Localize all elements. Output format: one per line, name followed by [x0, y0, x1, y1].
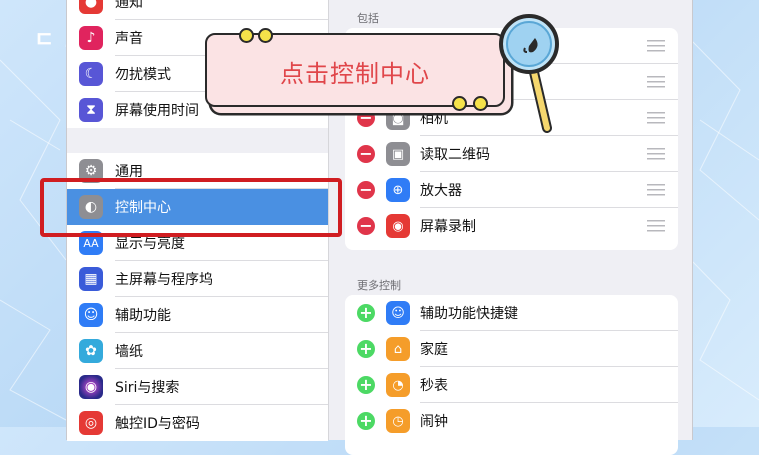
- sidebar-item-notifications[interactable]: ● 通知: [67, 0, 328, 20]
- remove-icon[interactable]: −: [357, 109, 375, 127]
- callout-dot: [239, 28, 254, 43]
- drag-handle-icon[interactable]: [647, 220, 665, 232]
- remove-icon[interactable]: −: [357, 217, 375, 235]
- highlight-box: [40, 178, 342, 237]
- bell-icon: ●: [79, 0, 103, 14]
- drag-handle-icon[interactable]: [647, 148, 665, 160]
- sidebar-item-wallpaper[interactable]: ✿ 墙纸: [67, 333, 328, 369]
- section-header-more-controls: 更多控制: [357, 279, 401, 292]
- hourglass-icon: ⧗: [79, 98, 103, 122]
- sound-icon: ♪: [79, 26, 103, 50]
- stopwatch-icon: ◔: [386, 373, 410, 397]
- sidebar-item-touch-id-passcode[interactable]: ◎ 触控ID与密码: [67, 405, 328, 441]
- home-icon: ⌂: [386, 337, 410, 361]
- list-item-stopwatch[interactable]: + ◔ 秒表: [345, 367, 678, 403]
- moon-icon: ☾: [79, 62, 103, 86]
- list-item-accessibility-shortcuts[interactable]: + ☺ 辅助功能快捷键: [345, 295, 678, 331]
- accessibility-icon: ☺: [386, 301, 410, 325]
- flower-icon: ✿: [79, 339, 103, 363]
- accessibility-icon: ☺: [79, 303, 103, 327]
- add-icon[interactable]: +: [357, 340, 375, 358]
- more-controls-list: + ☺ 辅助功能快捷键 + ⌂ 家庭 + ◔ 秒表 + ◷ 闹钟: [345, 295, 678, 455]
- drag-handle-icon[interactable]: [647, 76, 665, 88]
- callout-text: 点击控制中心: [280, 60, 430, 88]
- list-item-qr-reader[interactable]: − ▣ 读取二维码: [345, 136, 678, 172]
- list-item-magnifier[interactable]: − ⊕ 放大器: [345, 172, 678, 208]
- siri-icon: ◉: [79, 375, 103, 399]
- sidebar-item-accessibility[interactable]: ☺ 辅助功能: [67, 297, 328, 333]
- drag-handle-icon[interactable]: [647, 40, 665, 52]
- qr-code-icon: ▣: [386, 142, 410, 166]
- callout-dot: [258, 28, 273, 43]
- list-item-alarm[interactable]: + ◷ 闹钟: [345, 403, 678, 439]
- add-icon[interactable]: +: [357, 412, 375, 430]
- list-item-screen-recording[interactable]: − ◉ 屏幕录制: [345, 208, 678, 244]
- record-icon: ◉: [386, 214, 410, 238]
- alarm-icon: ◷: [386, 409, 410, 433]
- section-header-included: 包括: [357, 12, 379, 25]
- sidebar-item-home-screen-dock[interactable]: ▦ 主屏幕与程序坞: [67, 261, 328, 297]
- callout-dot: [452, 96, 467, 111]
- grid-icon: ▦: [79, 267, 103, 291]
- add-icon[interactable]: +: [357, 304, 375, 322]
- drag-handle-icon[interactable]: [647, 112, 665, 124]
- fingerprint-icon: ◎: [79, 411, 103, 435]
- list-item-home[interactable]: + ⌂ 家庭: [345, 331, 678, 367]
- camera-icon: ◙: [386, 106, 410, 130]
- callout-dot: [473, 96, 488, 111]
- remove-icon[interactable]: −: [357, 145, 375, 163]
- drag-handle-icon[interactable]: [647, 184, 665, 196]
- remove-icon[interactable]: −: [357, 181, 375, 199]
- magnifying-glass-icon: [499, 14, 559, 133]
- sidebar-item-siri-search[interactable]: ◉ Siri与搜索: [67, 369, 328, 405]
- add-icon[interactable]: +: [357, 376, 375, 394]
- magnifier-icon: ⊕: [386, 178, 410, 202]
